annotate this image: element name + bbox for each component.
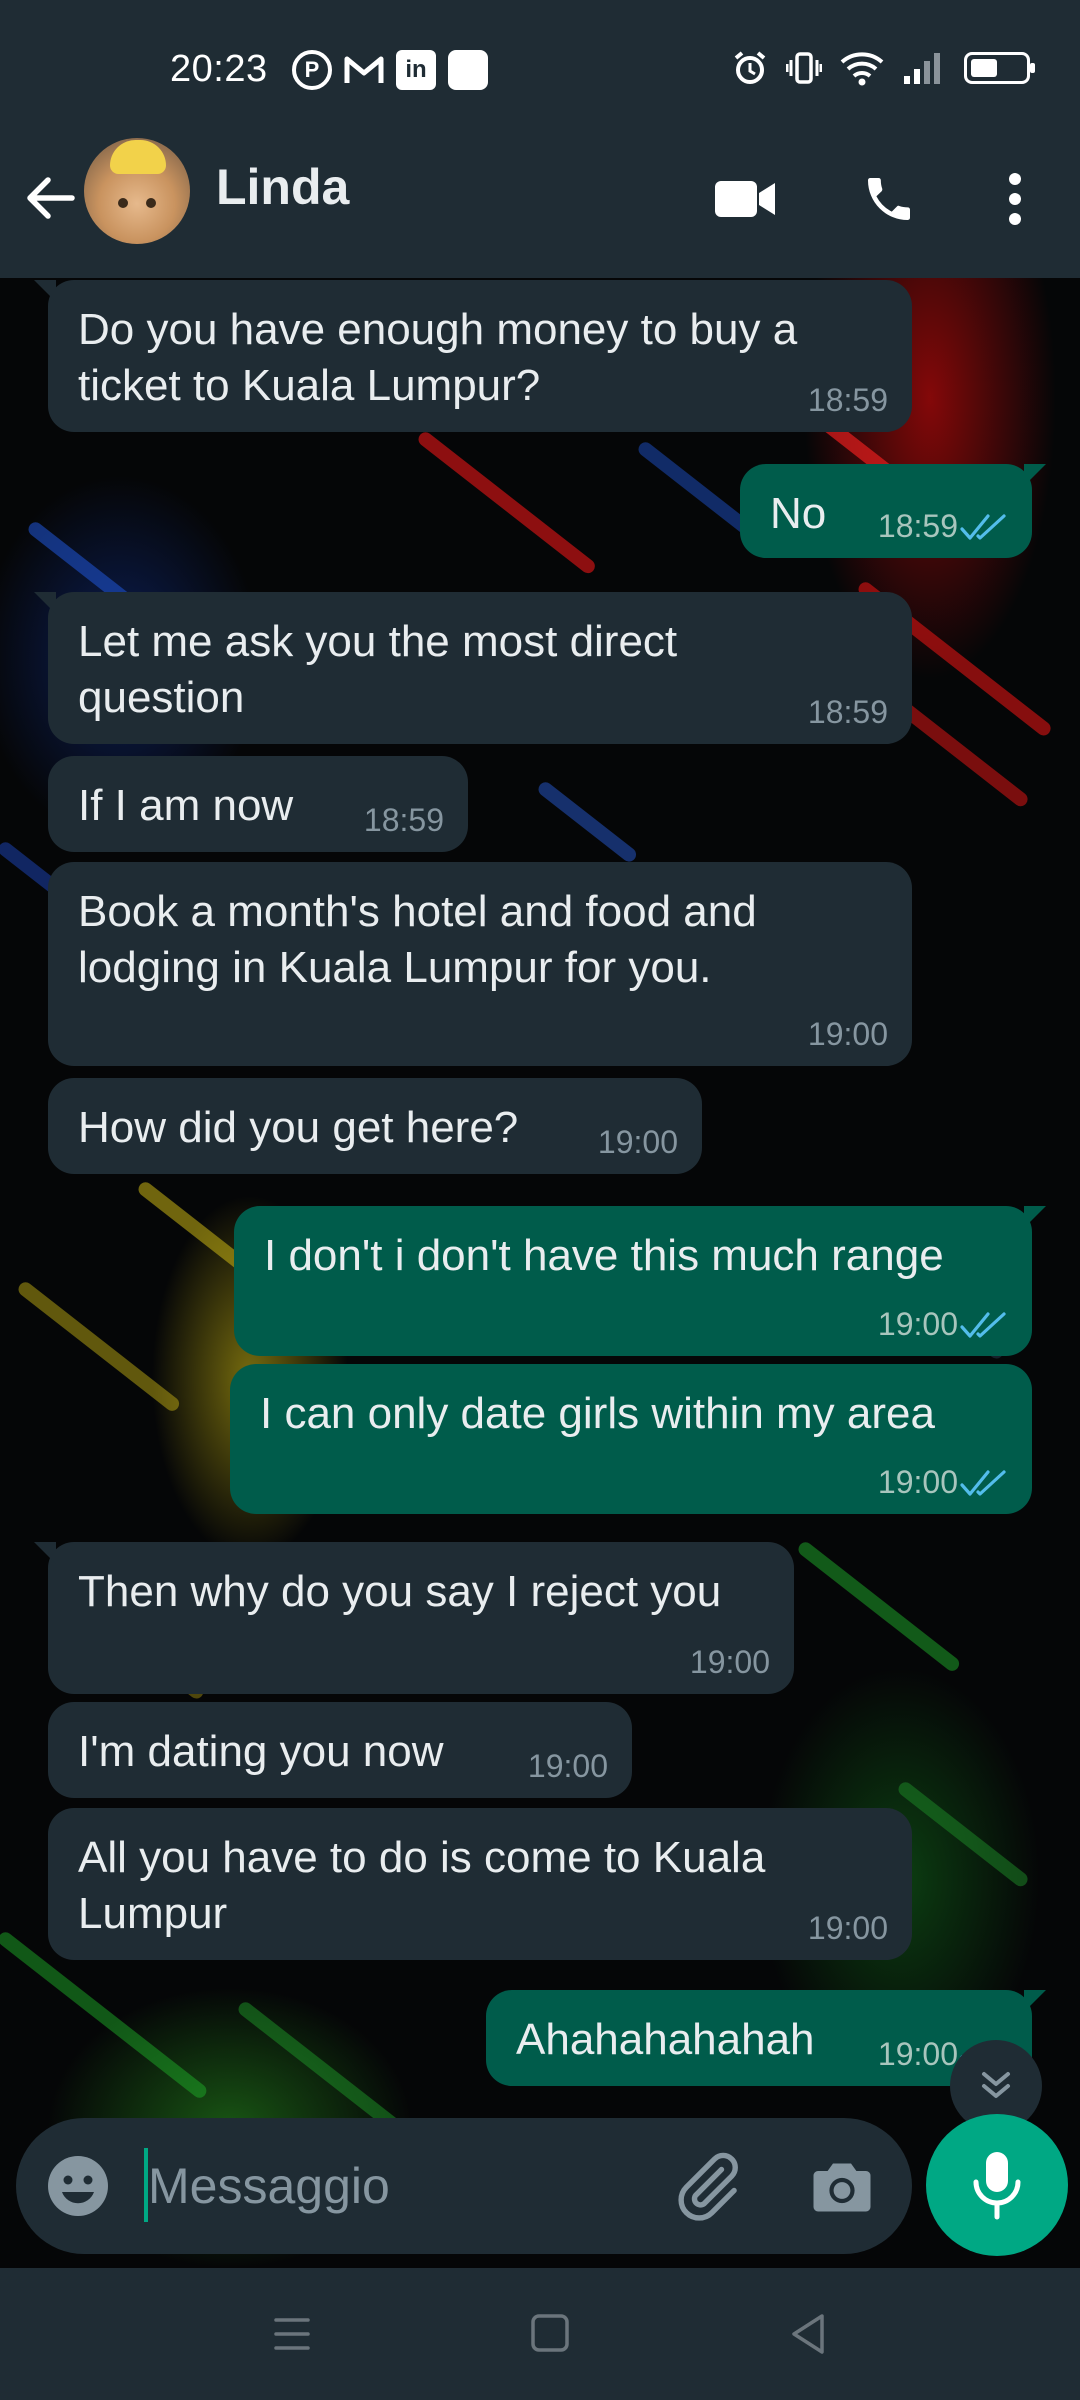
outgoing-message[interactable]: I don't i don't have this much range 19:0… [234,1206,1046,1356]
message-text: Lumpur [78,1889,228,1938]
home-nav-icon[interactable] [520,2308,580,2360]
status-bar: 20:23 P in [0,0,1080,140]
incoming-message[interactable]: All you have to do is come to Kuala Lumpu… [48,1808,912,1960]
message-time: 19:00 [877,1464,958,1500]
message-text: I can only date girls within my area [260,1389,935,1438]
chat-header: Linda [0,130,1080,278]
bubble-tail [1024,1990,1046,2012]
message-text: All you have to do is come to Kuala [78,1833,766,1882]
avatar-hat [110,140,166,174]
bubble-tail [34,1542,56,1564]
menu-nav-icon[interactable] [262,2308,322,2360]
microphone-icon [973,2152,1021,2220]
outgoing-message[interactable]: No 18:59 [740,464,1046,558]
message-text: How did you get here? [78,1103,519,1152]
message-time: 19:00 [807,1016,888,1052]
outgoing-message[interactable]: I can only date girls within my area 19:0… [230,1364,1032,1514]
incoming-message[interactable]: Book a month's hotel and food and lodging… [48,862,912,1066]
voice-call-button[interactable] [854,164,924,234]
linkedin-icon: in [396,50,436,90]
gmail-icon [344,50,384,90]
message-text: I'm dating you now [78,1727,444,1776]
read-receipt-icon [960,514,1006,540]
read-receipt-icon [960,1312,1006,1338]
message-time: 18:59 [363,802,444,838]
video-call-button[interactable] [710,164,780,234]
back-nav-icon[interactable] [778,2308,838,2360]
voice-message-button[interactable] [926,2114,1068,2256]
system-nav-bar [0,2268,1080,2400]
message-text: Do you have enough money to buy a [78,305,798,354]
contact-name[interactable]: Linda [216,158,349,216]
incoming-message[interactable]: Do you have enough money to buy a ticket … [34,280,912,432]
incoming-message[interactable]: Let me ask you the most direct question 18… [34,592,912,744]
message-time: 19:00 [807,1910,888,1946]
pinterest-icon: P [292,50,332,90]
camera-icon[interactable] [806,2150,878,2222]
more-options-button[interactable] [980,164,1050,234]
emoji-icon[interactable] [44,2152,112,2220]
message-input[interactable] [148,2146,648,2226]
message-text: ticket to Kuala Lumpur? [78,361,541,410]
incoming-message[interactable]: If I am now 18:59 [48,756,468,852]
message-text: Then why do you say I reject you [78,1567,722,1616]
message-text: lodging in Kuala Lumpur for you. [78,943,712,992]
avatar[interactable] [84,138,190,244]
incoming-message[interactable]: How did you get here? 19:00 [48,1078,702,1174]
outgoing-message[interactable]: Ahahahahahah 19:00 [486,1990,1046,2086]
message-time: 18:59 [807,382,888,418]
message-time: 19:00 [527,1748,608,1784]
bubble-tail [1024,1206,1046,1228]
signal-icon [904,53,940,84]
back-arrow-icon[interactable] [22,170,78,226]
bubble-tail [34,592,56,614]
message-time: 19:00 [877,2036,958,2072]
incoming-message[interactable]: I'm dating you now 19:00 [48,1702,632,1798]
incoming-message[interactable]: Then why do you say I reject you 19:00 [34,1542,794,1694]
alarm-icon [734,51,766,84]
message-time: 19:00 [877,1306,958,1342]
message-composer [16,2118,912,2254]
message-text: question [78,673,245,722]
bubble-tail [34,280,56,302]
bubble-tail [1024,464,1046,486]
vibrate-icon [786,52,822,84]
chat-wallpaper[interactable]: Do you have enough money to buy a ticket … [0,278,1080,2268]
message-time: 19:00 [597,1124,678,1160]
notification-icons: P in [292,50,488,90]
message-time: 18:59 [807,694,888,730]
message-text: I don't i don't have this much range [264,1231,944,1280]
status-time: 20:23 [170,48,268,90]
video-call-icon [715,181,775,217]
message-time: 19:00 [689,1644,770,1680]
read-receipt-icon [960,1470,1006,1496]
double-chevron-down-icon [982,2072,1010,2098]
app-notification-icon [448,50,488,90]
attach-icon[interactable] [672,2150,744,2222]
message-time: 18:59 [877,508,958,544]
battery-icon [964,52,1035,84]
voice-call-icon [868,178,910,220]
system-icons [732,50,1035,86]
message-text: Book a month's hotel and food and [78,887,757,936]
wifi-icon [840,52,884,86]
message-text: Let me ask you the most direct [78,617,678,666]
more-options-icon [1009,173,1021,225]
